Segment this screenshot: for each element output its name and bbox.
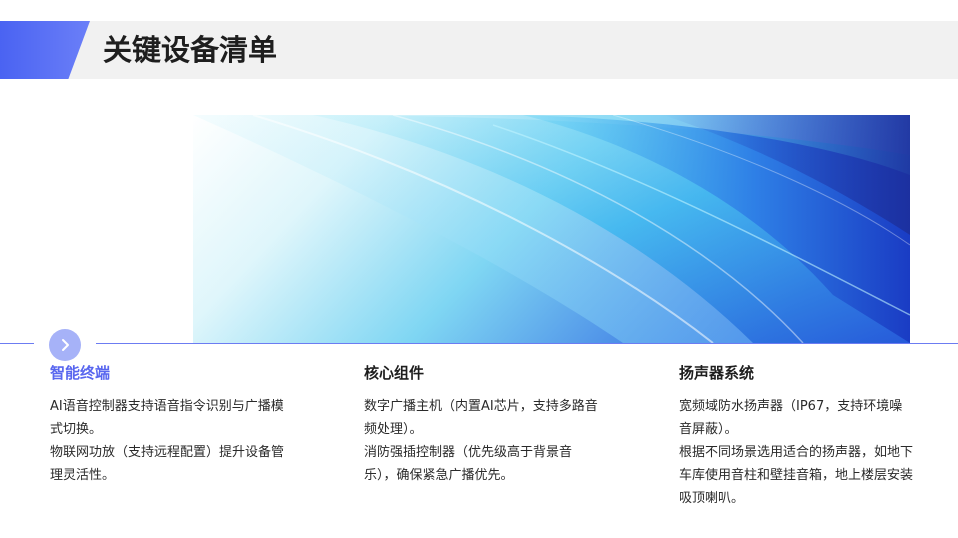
column-smart-terminal: 智能终端 AI语音控制器支持语音指令识别与广播模式切换。 物联网功放（支持远程配…	[50, 362, 285, 487]
abstract-blue-waves-image	[193, 115, 910, 343]
column-body: 数字广播主机（内置AI芯片，支持多路音频处理）。 消防强插控制器（优先级高于背景…	[364, 395, 599, 487]
column-text: 宽频域防水扬声器（IP67，支持环境噪音屏蔽）。	[679, 399, 903, 437]
column-text: 消防强插控制器（优先级高于背景音乐），确保紧急广播优先。	[364, 445, 573, 483]
column-text: 物联网功放（支持远程配置）提升设备管理灵活性。	[50, 445, 285, 483]
column-body: 宽频域防水扬声器（IP67，支持环境噪音屏蔽）。 根据不同场景选用适合的扬声器，…	[679, 395, 914, 510]
chevron-right-icon	[49, 329, 81, 361]
column-body: AI语音控制器支持语音指令识别与广播模式切换。 物联网功放（支持远程配置）提升设…	[50, 395, 285, 487]
divider-line-right	[96, 343, 958, 344]
column-speaker-system: 扬声器系统 宽频域防水扬声器（IP67，支持环境噪音屏蔽）。 根据不同场景选用适…	[679, 362, 914, 510]
column-heading: 扬声器系统	[679, 364, 755, 382]
column-heading: 核心组件	[364, 364, 425, 382]
column-text: AI语音控制器支持语音指令识别与广播模式切换。	[50, 399, 284, 437]
page-title: 关键设备清单	[103, 33, 278, 67]
divider-line-left	[0, 343, 34, 344]
column-heading: 智能终端	[50, 364, 111, 382]
column-core-components: 核心组件 数字广播主机（内置AI芯片，支持多路音频处理）。 消防强插控制器（优先…	[364, 362, 599, 487]
column-text: 根据不同场景选用适合的扬声器，如地下车库使用音柱和壁挂音箱，地上楼层安装吸顶喇叭…	[679, 445, 914, 506]
column-text: 数字广播主机（内置AI芯片，支持多路音频处理）。	[364, 399, 598, 437]
